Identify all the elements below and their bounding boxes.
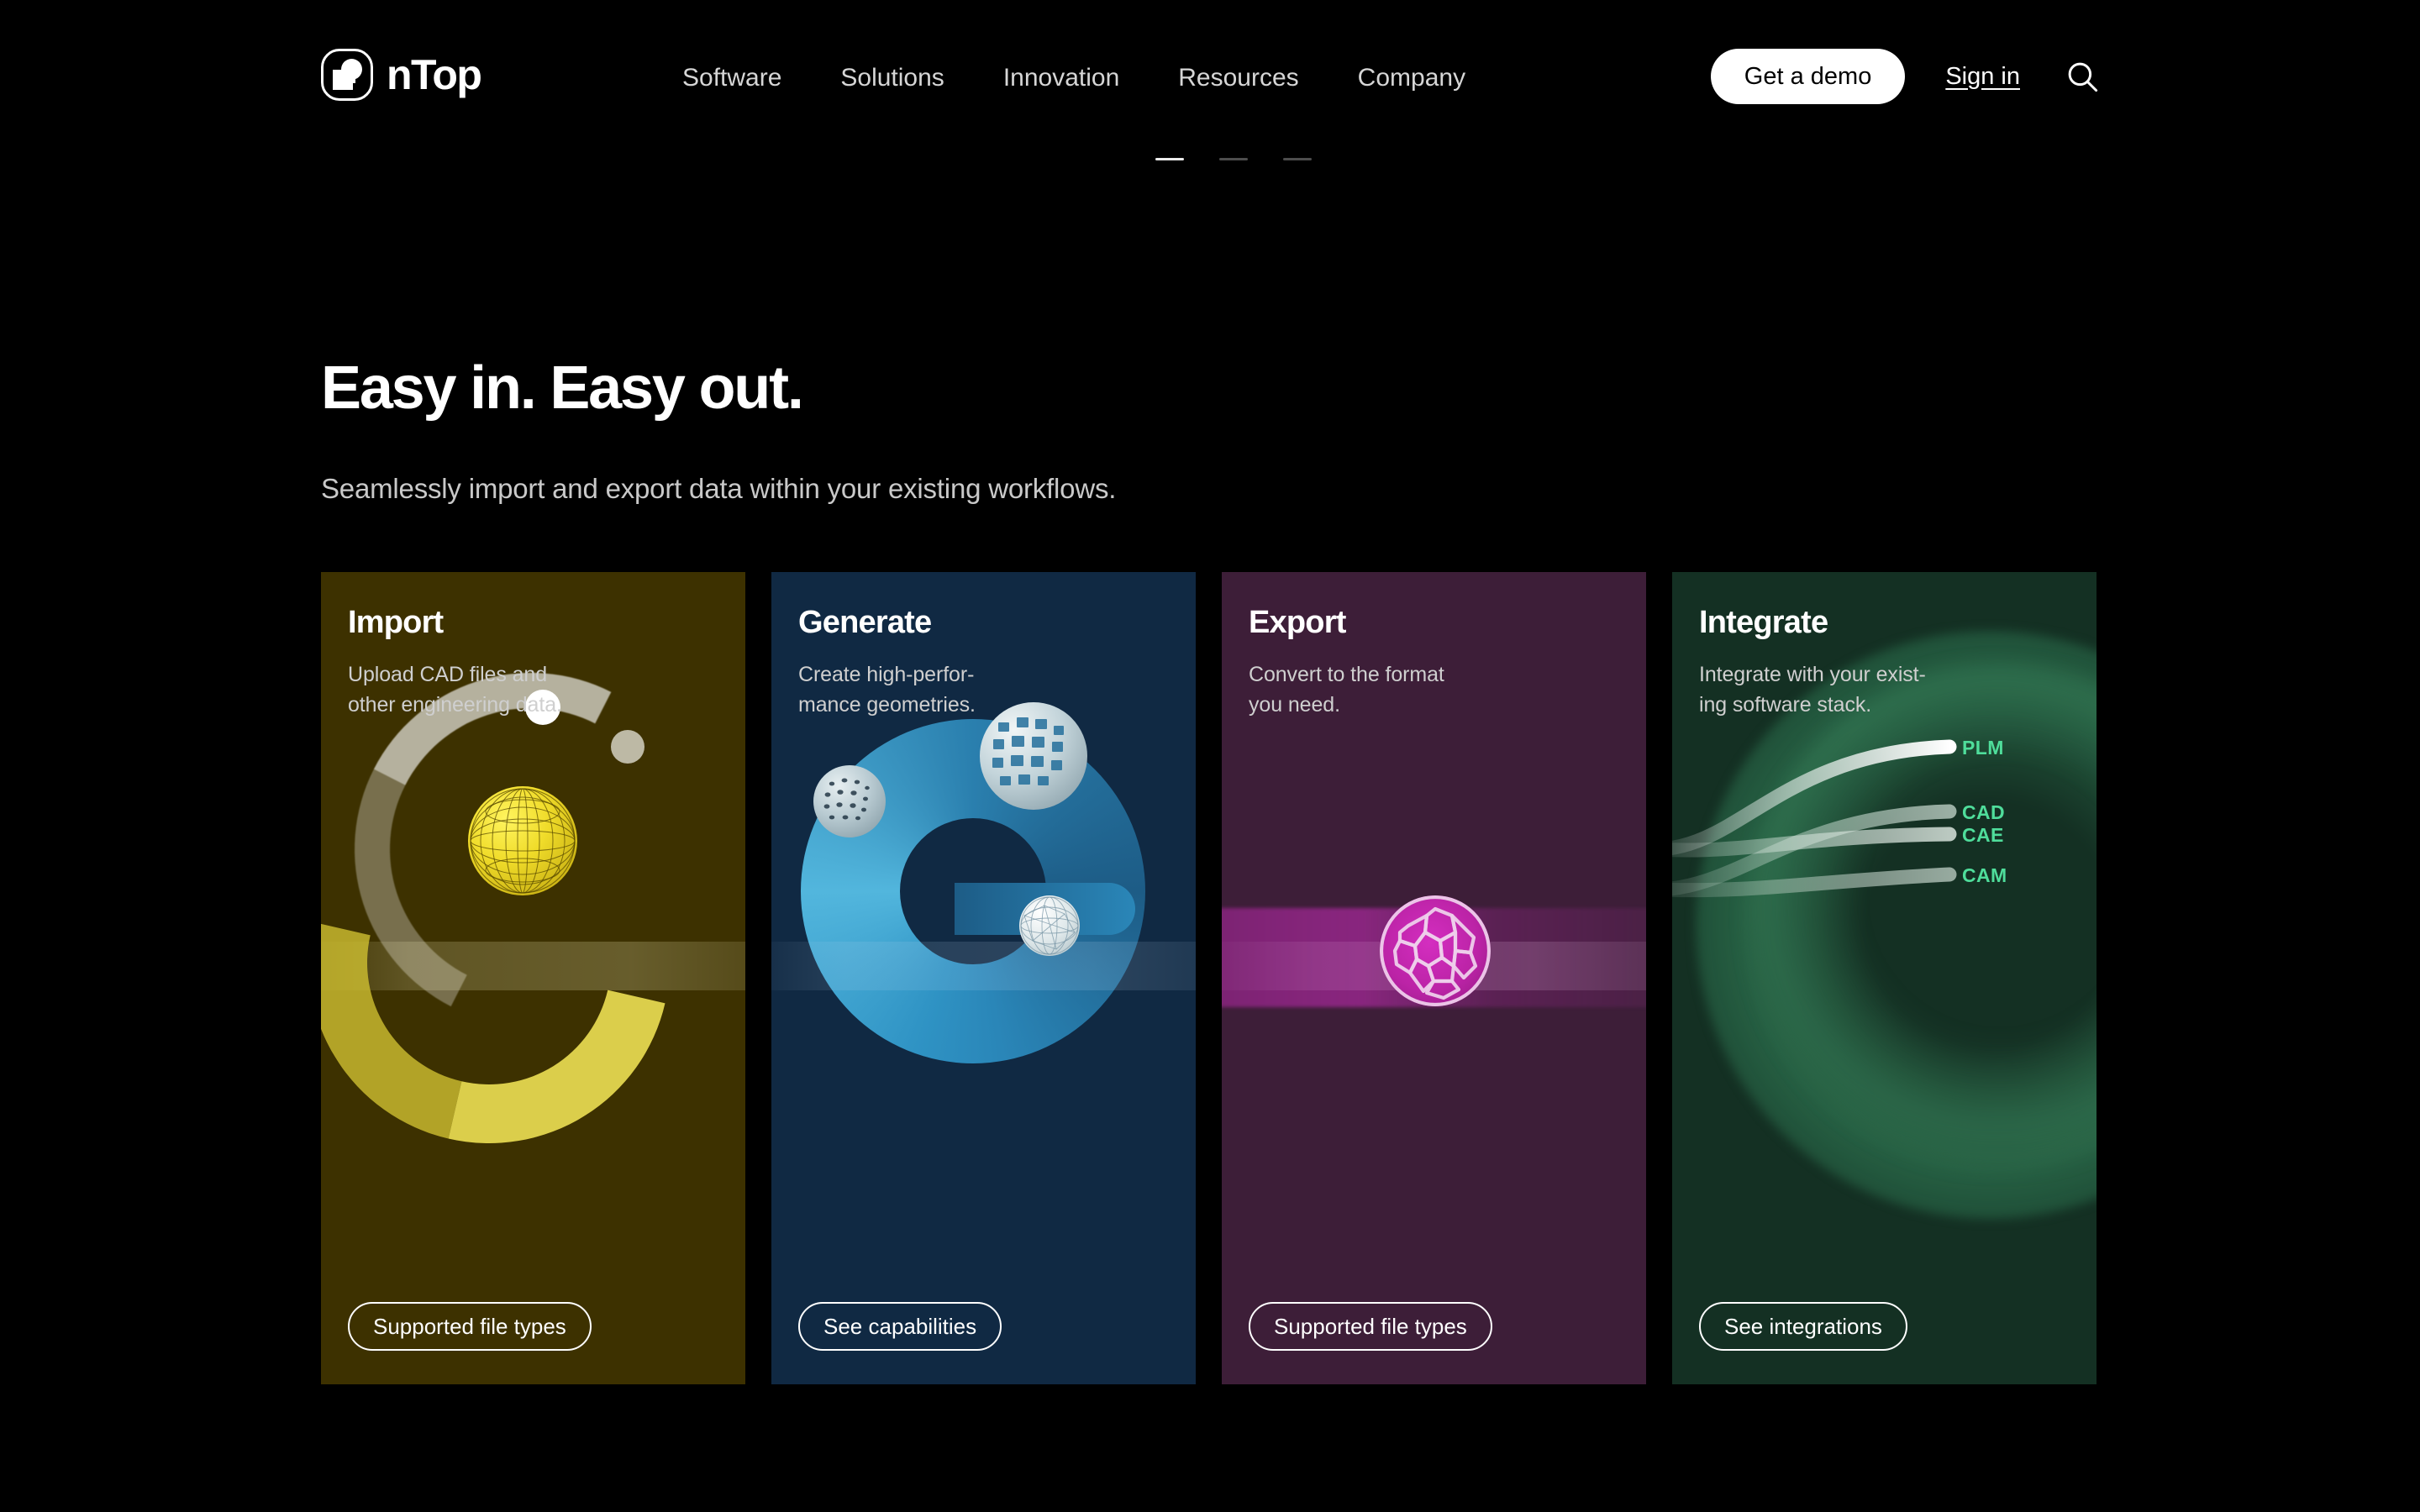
export-card-body: Export Convert to the format you need. <box>1222 572 1646 720</box>
feature-card-integrate[interactable]: PLM CAD CAE CAM Integrate Integrate with… <box>1672 572 2096 1384</box>
integrate-label-cam: CAM <box>1962 864 2007 886</box>
supported-file-types-button-import[interactable]: Supported file types <box>348 1302 592 1351</box>
logo-circle-part <box>341 59 362 80</box>
nav-item-resources[interactable]: Resources <box>1149 62 1328 94</box>
main-content: Easy in. Easy out. Seamlessly import and… <box>0 0 2420 1512</box>
import-card-title: Import <box>348 605 444 640</box>
integrate-label-cad: CAD <box>1962 801 2006 823</box>
page-subtitle: Seamlessly import and export data within… <box>321 473 1117 504</box>
see-integrations-button[interactable]: See integrations <box>1699 1302 1907 1351</box>
integrate-label-cae: CAE <box>1962 824 2004 846</box>
import-wireframe-sphere <box>468 786 577 895</box>
ntop-logo-icon <box>321 49 373 101</box>
import-yellow-ribbon <box>321 713 739 1212</box>
nav-item-solutions[interactable]: Solutions <box>811 62 973 94</box>
generate-torus-tail <box>955 883 1135 935</box>
generate-card-body: Generate Create high-perfor- mance geome… <box>771 572 1196 720</box>
export-magenta-beam <box>1222 908 1646 1007</box>
search-icon[interactable] <box>2064 58 2101 95</box>
see-capabilities-button[interactable]: See capabilities <box>798 1302 1002 1351</box>
brand-name: nTop <box>387 51 482 98</box>
feature-card-generate[interactable]: Generate Create high-perfor- mance geome… <box>771 572 1196 1384</box>
export-card-title: Export <box>1249 605 1346 640</box>
generate-sphere-perforated <box>813 765 886 837</box>
primary-navigation: Software Solutions Innovation Resources … <box>682 62 1495 94</box>
import-sphere-grey <box>611 730 644 764</box>
integrate-card-title: Integrate <box>1699 605 1828 640</box>
feature-card-import[interactable]: Import Upload CAD files and other engine… <box>321 572 745 1384</box>
integrate-card-body: Integrate Integrate with your exist- ing… <box>1672 572 2096 720</box>
generate-card-description: Create high-perfor- mance geometries. <box>798 662 976 717</box>
export-voronoi-sphere <box>1380 895 1491 1006</box>
nav-item-innovation[interactable]: Innovation <box>974 62 1149 94</box>
generate-glow-bar <box>771 942 1196 990</box>
import-card-body: Import Upload CAD files and other engine… <box>321 572 745 720</box>
nav-item-company[interactable]: Company <box>1328 62 1495 94</box>
integrate-label-plm: PLM <box>1962 737 2004 759</box>
export-card-description: Convert to the format you need. <box>1249 662 1444 717</box>
integrate-orb-ring <box>1748 664 2096 1168</box>
header-actions: Get a demo Sign in <box>1710 49 2101 104</box>
generate-sphere-mesh <box>1019 895 1080 956</box>
import-card-description: Upload CAD files and other engineering d… <box>348 662 562 717</box>
nav-item-software[interactable]: Software <box>682 62 811 94</box>
supported-file-types-button-export[interactable]: Supported file types <box>1249 1302 1492 1351</box>
generate-card-title: Generate <box>798 605 932 640</box>
import-glow-bar <box>321 942 745 990</box>
integrate-card-description: Integrate with your exist- ing software … <box>1699 662 1926 717</box>
site-header: nTop Software Solutions Innovation Resou… <box>0 0 2420 161</box>
feature-card-export[interactable]: Export Convert to the format you need. S… <box>1222 572 1646 1384</box>
generate-torus <box>801 719 1145 1063</box>
feature-card-list: Import Upload CAD files and other engine… <box>321 572 2102 1384</box>
page-title: Easy in. Easy out. <box>321 354 804 422</box>
export-glow-bar <box>1222 942 1646 990</box>
brand-logo-link[interactable]: nTop <box>321 49 482 101</box>
sign-in-link[interactable]: Sign in <box>1945 63 2020 91</box>
get-a-demo-button[interactable]: Get a demo <box>1710 49 1906 104</box>
